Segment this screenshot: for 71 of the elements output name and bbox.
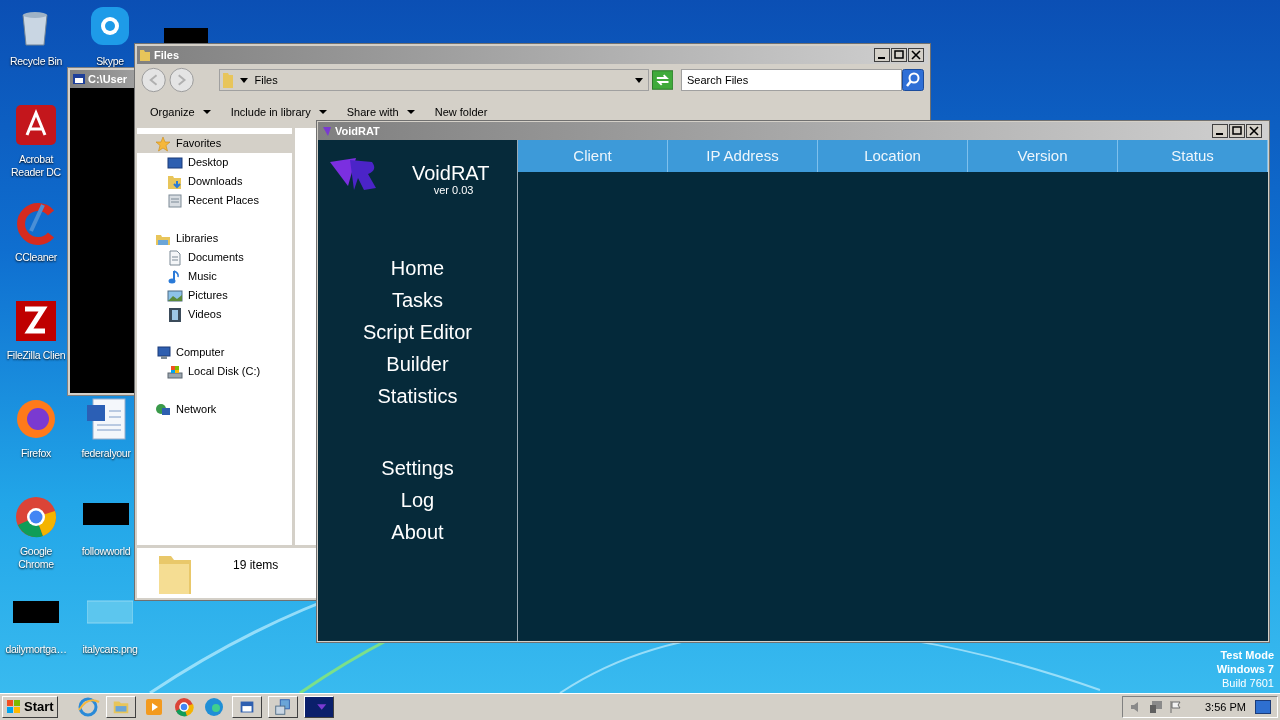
app-icon <box>322 125 332 137</box>
clock[interactable]: 3:56 PM <box>1205 698 1246 716</box>
maximize-button[interactable] <box>1229 124 1245 138</box>
folder-icon <box>139 48 151 62</box>
sidebar-menu-item[interactable]: Builder <box>386 348 449 380</box>
nav-item[interactable]: Favorites <box>137 134 292 153</box>
desktop-icon-label[interactable]: Skype <box>96 55 124 68</box>
dropdown-icon[interactable] <box>633 76 644 84</box>
window-title: Files <box>154 47 180 63</box>
window-title: C:\User <box>88 71 128 87</box>
toolbar-button[interactable]: Share with <box>346 103 415 121</box>
console-icon <box>72 72 86 86</box>
os-notice-text: Windows 7 <box>1216 662 1274 676</box>
app-version: ver 0.03 <box>433 184 474 196</box>
documents-icon <box>167 249 183 266</box>
window-title: VoidRAT <box>335 123 380 139</box>
desktop-icon-label[interactable]: Recycle Bin <box>9 55 63 68</box>
toolbar-button[interactable]: Include in library <box>230 103 327 121</box>
start-button[interactable]: Start <box>2 696 58 718</box>
filezilla-app-icon[interactable] <box>13 299 59 343</box>
caret-icon <box>406 109 415 115</box>
item-count: 19 items <box>233 557 279 574</box>
sidebar-menu-item[interactable]: Script Editor <box>363 316 472 348</box>
taskbar-app-icon[interactable] <box>303 696 334 718</box>
flag-icon[interactable] <box>1169 700 1183 714</box>
toolbar-button[interactable]: Organize <box>150 103 211 121</box>
downloads-icon <box>167 173 183 190</box>
pictures-icon <box>167 287 183 304</box>
search-field[interactable]: Search Files <box>681 69 902 91</box>
disk-icon <box>167 363 183 380</box>
caret-icon <box>318 109 327 115</box>
star-icon <box>155 135 171 152</box>
close-button[interactable] <box>1246 124 1262 138</box>
caret-icon <box>202 109 211 115</box>
recent-icon <box>167 192 183 209</box>
close-button[interactable] <box>908 48 924 62</box>
sidebar-menu-item[interactable]: About <box>391 516 444 548</box>
toolbar-button[interactable]: New folder <box>434 103 488 121</box>
sidebar-menu-item[interactable]: Statistics <box>377 380 458 412</box>
desktop-icon <box>167 154 183 171</box>
caret-icon <box>240 76 249 84</box>
desktop-icon-label[interactable]: CCleaner <box>15 251 57 264</box>
redacted-file-icon[interactable] <box>164 28 208 44</box>
videos-icon <box>167 306 183 323</box>
acrobat-app-icon[interactable] <box>13 103 59 147</box>
sidebar-menu-item[interactable]: Home <box>390 252 445 284</box>
address-bar[interactable]: Files <box>219 69 649 91</box>
taskbar-window-icon[interactable] <box>231 696 262 718</box>
computer-icon <box>155 344 171 361</box>
desktop-icon-label[interactable]: FileZilla Clien <box>6 349 66 362</box>
chrome-app-icon[interactable] <box>13 495 59 539</box>
windows-logo-icon <box>6 699 22 715</box>
network-icon <box>155 401 171 418</box>
network-icon[interactable] <box>1149 700 1163 714</box>
logo-icon <box>328 156 378 192</box>
maximize-button[interactable] <box>891 48 907 62</box>
app-name: VoidRAT <box>412 162 490 184</box>
sidebar-menu-item[interactable]: Log <box>400 484 435 516</box>
search-button[interactable] <box>902 69 924 91</box>
os-notice-text: Test Mode <box>1220 648 1274 662</box>
sidebar-menu-item[interactable]: Tasks <box>391 284 444 316</box>
refresh-button[interactable] <box>651 70 673 90</box>
minimize-button[interactable] <box>1212 124 1228 138</box>
minimize-button[interactable] <box>874 48 890 62</box>
taskbar-folder-icon[interactable] <box>105 696 136 718</box>
os-notice-text: Build 7601 <box>1222 676 1274 690</box>
sidebar-menu-item[interactable]: Settings <box>381 452 454 484</box>
folder-icon <box>222 71 235 89</box>
taskbar-installer-icon[interactable] <box>267 696 298 718</box>
desktop-icon-label[interactable]: Acrobat Reader DC <box>5 153 67 179</box>
address-text: Files <box>254 72 278 88</box>
